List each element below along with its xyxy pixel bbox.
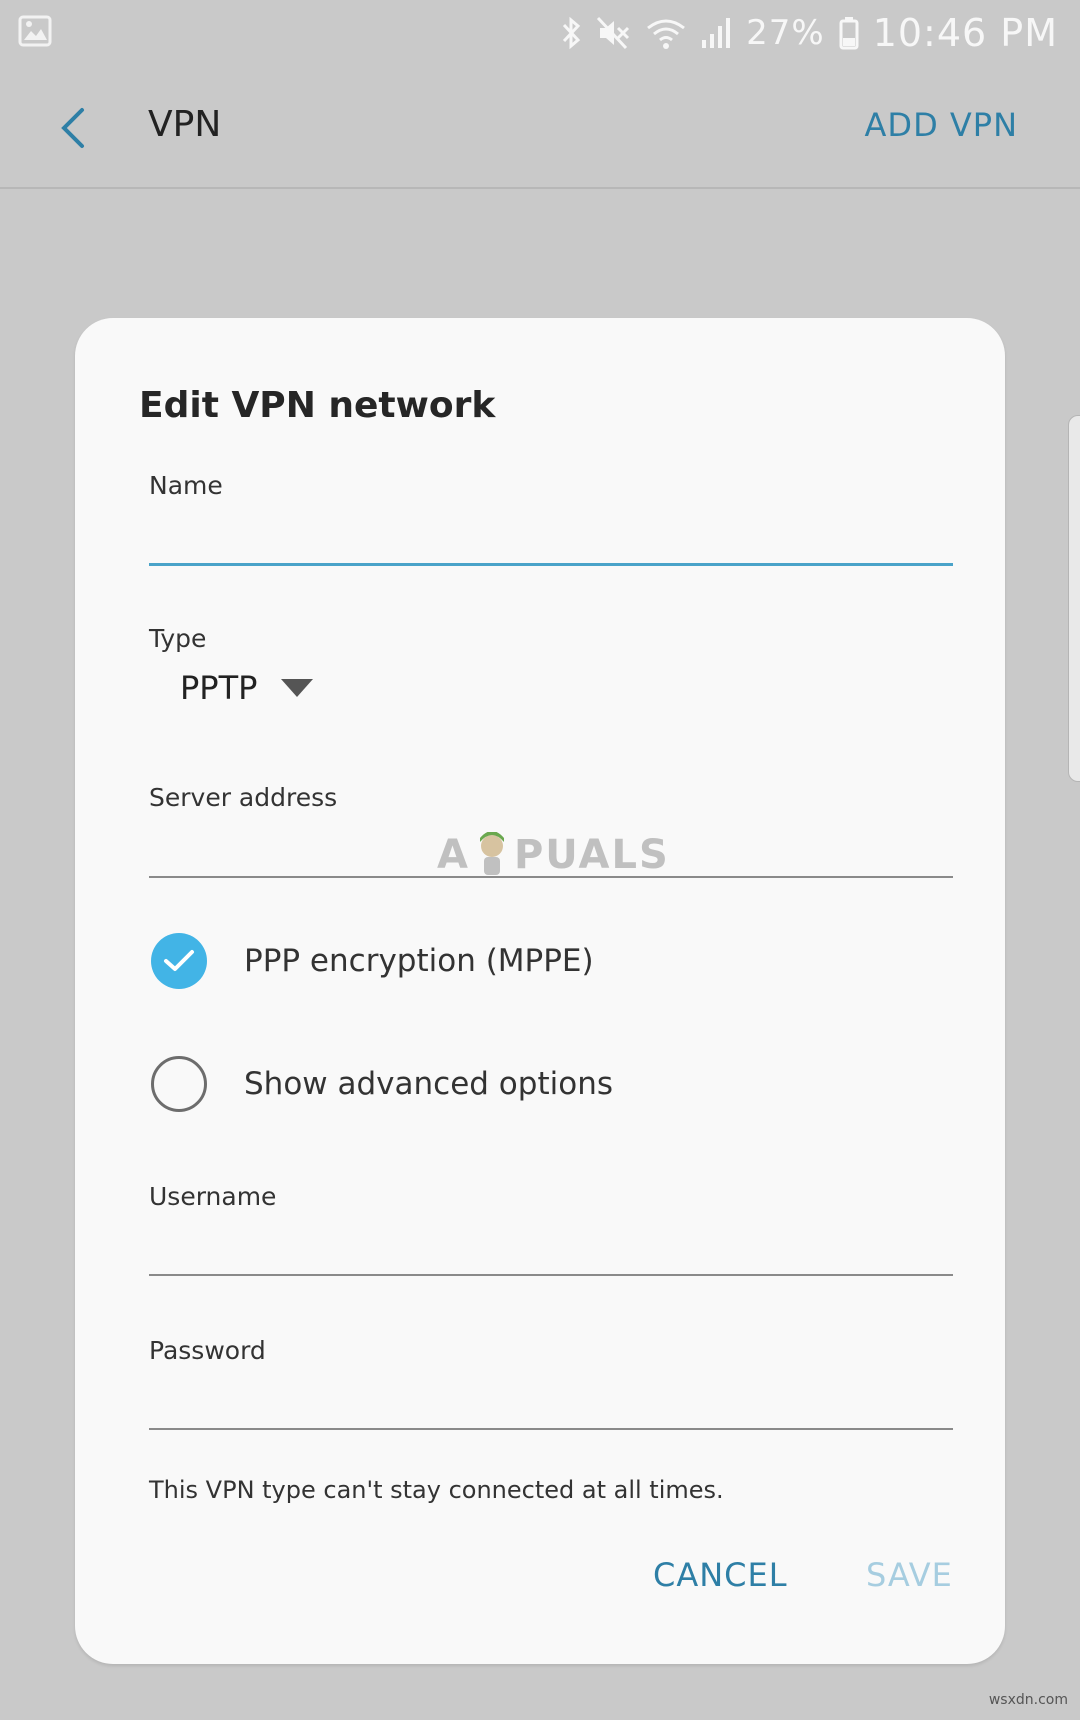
battery-icon (839, 17, 859, 50)
ppp-encryption-checkbox[interactable] (151, 933, 207, 989)
ppp-encryption-checkbox-row[interactable]: PPP encryption (MPPE) (151, 931, 594, 991)
add-vpn-button[interactable]: ADD VPN (865, 106, 1018, 144)
name-label: Name (149, 471, 223, 500)
appuals-watermark: A PUALS (437, 832, 670, 878)
status-icons: 27% 10:46 PM (560, 10, 1058, 56)
dialog-title: Edit VPN network (139, 385, 496, 426)
username-input[interactable] (149, 1224, 953, 1268)
name-underline (149, 563, 953, 566)
name-input[interactable] (149, 513, 953, 557)
app-bar: VPN ADD VPN (0, 66, 1080, 189)
type-dropdown[interactable]: PPTP (180, 663, 315, 713)
gallery-icon (18, 15, 52, 47)
username-label: Username (149, 1182, 277, 1211)
advanced-options-label: Show advanced options (244, 1066, 613, 1102)
mascot-icon (479, 832, 504, 875)
wifi-icon (647, 19, 686, 49)
dropdown-arrow-icon (281, 679, 314, 697)
status-bar: 27% 10:46 PM (0, 0, 1080, 66)
edit-vpn-dialog: Edit VPN network Name Type PPTP Server a… (75, 318, 1005, 1664)
server-address-label: Server address (149, 783, 338, 812)
clock: 10:46 PM (872, 11, 1058, 55)
cancel-button[interactable]: CANCEL (653, 1556, 788, 1594)
battery-percent: 27% (746, 13, 825, 53)
chevron-left-icon (61, 108, 84, 148)
bluetooth-icon (563, 16, 581, 50)
password-label: Password (149, 1336, 266, 1365)
type-value: PPTP (180, 669, 258, 707)
advanced-options-checkbox[interactable] (151, 1056, 207, 1112)
type-label: Type (149, 624, 207, 653)
signal-icon (702, 18, 731, 48)
edge-panel-handle[interactable] (1068, 415, 1080, 782)
watermark-text-right: PUALS (513, 832, 670, 878)
back-button[interactable] (52, 98, 100, 158)
save-button[interactable]: SAVE (866, 1556, 953, 1594)
checkmark-icon (164, 950, 194, 971)
page-title: VPN (148, 104, 222, 145)
password-underline (149, 1428, 953, 1430)
username-underline (149, 1274, 953, 1276)
password-input[interactable] (149, 1378, 953, 1422)
mute-icon (597, 16, 630, 50)
advanced-options-checkbox-row[interactable]: Show advanced options (151, 1054, 613, 1114)
watermark-text-left: A (437, 832, 470, 878)
ppp-encryption-label: PPP encryption (MPPE) (244, 943, 594, 979)
vpn-type-note: This VPN type can't stay connected at al… (149, 1476, 724, 1504)
site-watermark: wsxdn.com (988, 1692, 1068, 1708)
